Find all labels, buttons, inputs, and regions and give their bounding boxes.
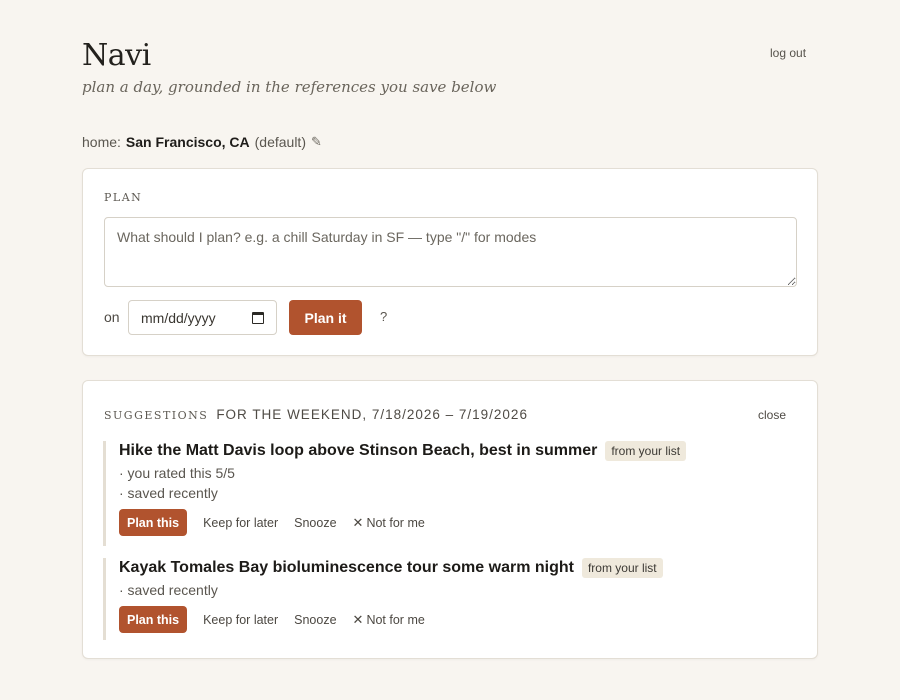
suggestions-date-range: for the weekend, 7/18/2026 – 7/19/2026 — [216, 407, 528, 422]
home-city: San Francisco, CA — [125, 134, 250, 150]
suggestions-close-button[interactable]: close — [758, 408, 786, 422]
suggestion-reason: · saved recently — [119, 485, 218, 501]
app-subtitle: plan a day, grounded in the references y… — [82, 78, 497, 96]
date-on-label: on — [104, 309, 120, 325]
not-for-me-button[interactable]: ✕ Not for me — [353, 612, 425, 628]
date-placeholder: mm/dd/yyyy — [141, 309, 216, 326]
help-button[interactable]: ? — [380, 309, 387, 324]
plan-section-label: Plan — [104, 191, 143, 204]
suggestion-title: Hike the Matt Davis loop above Stinson B… — [119, 442, 598, 459]
suggestion-title: Kayak Tomales Bay bioluminescence tour s… — [119, 559, 574, 576]
app-title: Navi — [82, 38, 151, 73]
suggestion-reason: · saved recently — [119, 582, 218, 598]
home-prefix: home: — [82, 134, 121, 150]
not-for-me-label: Not for me — [366, 515, 425, 530]
keep-for-later-button[interactable]: Keep for later — [203, 516, 278, 530]
suggestions-section-label: Suggestions — [104, 409, 209, 422]
suggestion-reason: · you rated this 5/5 — [119, 465, 235, 481]
logout-link[interactable]: log out — [770, 46, 806, 60]
snooze-button[interactable]: Snooze — [294, 516, 336, 530]
not-for-me-label: Not for me — [366, 612, 425, 627]
close-icon: ✕ — [352, 611, 364, 627]
plan-it-button[interactable]: Plan it — [289, 300, 362, 335]
keep-for-later-button[interactable]: Keep for later — [203, 613, 278, 627]
home-default-note: (default) — [254, 134, 306, 150]
suggestion-item: Kayak Tomales Bay bioluminescence tour s… — [103, 558, 793, 640]
plan-card: Plan on mm/dd/yyyy Plan it ? — [82, 168, 818, 356]
not-for-me-button[interactable]: ✕ Not for me — [353, 515, 425, 531]
date-input[interactable]: mm/dd/yyyy — [128, 300, 277, 335]
suggestions-header: Suggestions for the weekend, 7/18/2026 –… — [104, 407, 528, 422]
calendar-icon[interactable] — [252, 311, 264, 324]
source-tag: from your list — [605, 441, 687, 461]
source-tag: from your list — [581, 558, 663, 578]
suggestions-card: Suggestions for the weekend, 7/18/2026 –… — [82, 380, 818, 659]
home-location: home: San Francisco, CA (default) ✎ — [82, 134, 322, 150]
pencil-icon[interactable]: ✎ — [311, 134, 322, 150]
close-icon: ✕ — [352, 514, 364, 530]
plan-this-button[interactable]: Plan this — [119, 606, 188, 633]
plan-query-input[interactable] — [104, 217, 797, 287]
plan-this-button[interactable]: Plan this — [119, 509, 188, 536]
snooze-button[interactable]: Snooze — [294, 613, 336, 627]
suggestion-item: Hike the Matt Davis loop above Stinson B… — [103, 441, 793, 546]
